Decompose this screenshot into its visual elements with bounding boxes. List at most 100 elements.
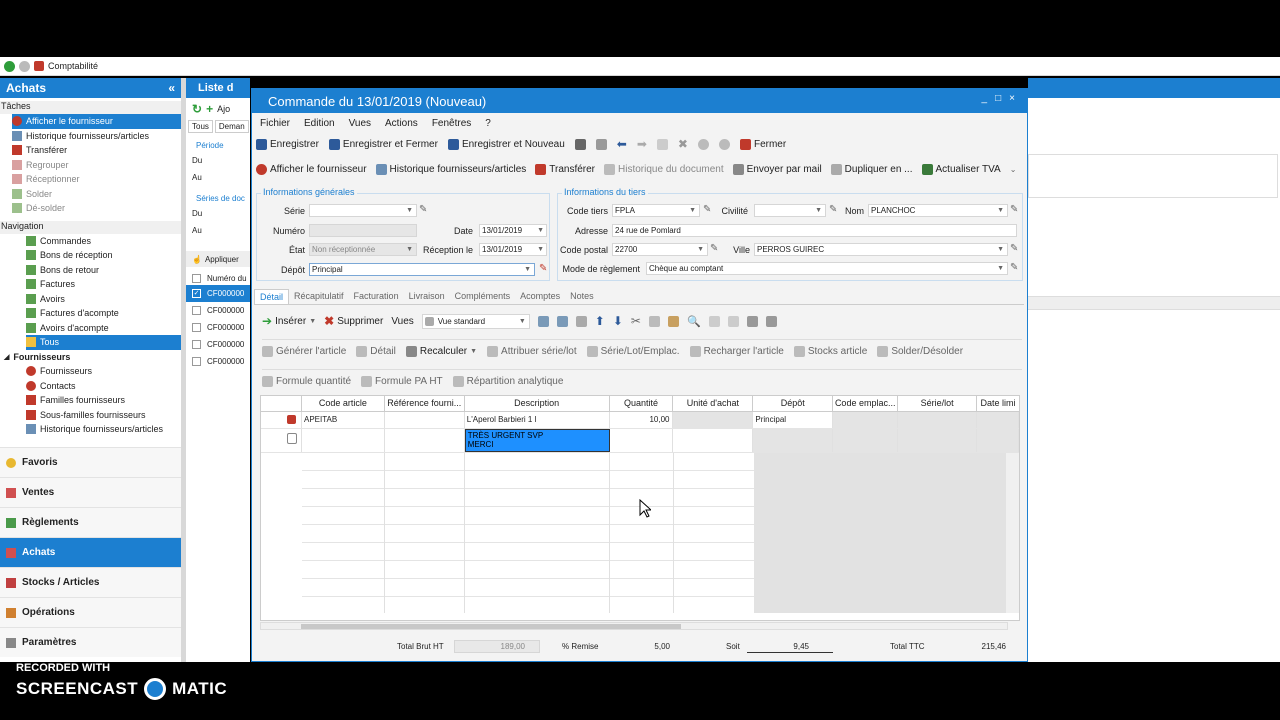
vertical-scrollbar[interactable] — [1006, 453, 1019, 613]
list-icon-2[interactable] — [765, 315, 777, 327]
stocks-article-button[interactable]: Stocks article — [793, 346, 867, 357]
disabled-icon[interactable] — [697, 138, 709, 150]
cell-quantite[interactable] — [610, 429, 674, 452]
col-unite[interactable]: Unité d'achat — [673, 396, 754, 411]
adresse-field[interactable]: 24 rue de Pomlard — [612, 224, 1017, 237]
nav-deposit-invoices[interactable]: Factures d'acompte — [26, 306, 181, 321]
task-show-supplier[interactable]: Afficher le fournisseur — [12, 114, 181, 129]
menu-help[interactable]: ? — [485, 118, 491, 129]
copy-icon[interactable] — [656, 138, 668, 150]
list-row[interactable]: CF000000 — [186, 302, 250, 319]
cell-serie-lot[interactable] — [898, 429, 978, 452]
zoom-in-icon[interactable] — [708, 315, 720, 327]
edit-icon[interactable]: ✎ — [1010, 243, 1018, 254]
list-row[interactable]: ✓ CF000000 — [186, 285, 250, 302]
cell-depot[interactable]: Principal — [753, 412, 834, 428]
total-brut-field[interactable]: 189,00 — [454, 640, 540, 653]
save-new-button[interactable]: Enregistrer et Nouveau — [447, 138, 565, 150]
module-operations[interactable]: Opérations — [0, 597, 181, 627]
splitter[interactable] — [181, 78, 186, 662]
tab-livraison[interactable]: Livraison — [404, 289, 450, 304]
cp-field[interactable]: 22700 ▼ — [612, 243, 708, 256]
nav-receipts[interactable]: Bons de réception — [26, 248, 181, 263]
list-row[interactable]: CF000000 — [186, 319, 250, 336]
tab-recapitulatif[interactable]: Récapitulatif — [289, 289, 349, 304]
cell-code-article[interactable]: APEITAB — [302, 412, 385, 428]
nav-supplier-families[interactable]: Familles fournisseurs — [26, 393, 181, 408]
formula-qty-button[interactable]: Formule quantité — [262, 376, 351, 387]
paste-icon[interactable] — [667, 315, 679, 327]
delete-button[interactable]: ✖ Supprimer — [324, 314, 383, 328]
etat-field[interactable]: Non réceptionnée ▼ — [309, 243, 417, 256]
cell-description[interactable]: L'Aperol Barbieri 1 l — [465, 412, 610, 428]
menu-fenetres[interactable]: Fenêtres — [432, 118, 471, 129]
transfer-button[interactable]: Transférer — [535, 163, 595, 175]
maximize-icon[interactable]: □ — [995, 93, 1001, 104]
horizontal-scrollbar[interactable] — [260, 622, 1008, 630]
minimize-icon[interactable]: _ — [982, 93, 988, 104]
list-row[interactable]: CF000000 — [186, 336, 250, 353]
col-description[interactable]: Description — [465, 396, 610, 411]
cell-emplacement[interactable] — [833, 412, 899, 428]
mode-reglement-field[interactable]: Chèque au comptant ▼ — [646, 262, 1008, 275]
duplicate-button[interactable]: Dupliquer en ... — [830, 163, 913, 175]
cell-depot[interactable] — [753, 429, 834, 452]
depot-field[interactable]: Principal ▼ — [309, 263, 535, 276]
module-achats[interactable]: Achats — [0, 537, 181, 567]
cell-reference[interactable] — [385, 412, 465, 428]
search-icon[interactable]: 🔍 — [687, 315, 701, 328]
preview-icon[interactable] — [595, 138, 607, 150]
task-settle[interactable]: Solder — [12, 187, 181, 202]
task-receive[interactable]: Réceptionner — [12, 172, 181, 187]
remise-field[interactable]: 5,00 — [612, 640, 692, 653]
insert-button[interactable]: ➔ Insérer ▼ — [262, 314, 316, 328]
disabled-icon-2[interactable] — [718, 138, 730, 150]
task-unsettle[interactable]: Dé-solder — [12, 201, 181, 216]
suppliers-group[interactable]: ◢ Fournisseurs — [0, 350, 181, 365]
tab-all[interactable]: Tous — [188, 120, 213, 133]
tab-complements[interactable]: Compléments — [450, 289, 516, 304]
detail-button[interactable]: Détail — [356, 346, 396, 357]
show-supplier-button[interactable]: Afficher le fournisseur — [256, 163, 367, 175]
nom-field[interactable]: PLANCHOC ▼ — [868, 204, 1008, 217]
close-button[interactable]: Fermer — [739, 138, 786, 150]
cell-serie-lot[interactable] — [898, 412, 978, 428]
recalc-button[interactable]: Recalculer ▼ — [405, 346, 477, 357]
task-transfer[interactable]: Transférer — [12, 143, 181, 158]
grid-icon[interactable] — [537, 315, 549, 327]
serie-field[interactable]: ▼ — [309, 204, 417, 217]
numero-field[interactable] — [309, 224, 417, 237]
code-tiers-field[interactable]: FPLA ▼ — [612, 204, 700, 217]
reception-field[interactable]: 13/01/2019 ▼ — [479, 243, 547, 256]
civilite-field[interactable]: ▼ — [754, 204, 826, 217]
checkbox[interactable] — [192, 357, 201, 366]
nav-orders[interactable]: Commandes — [26, 234, 181, 249]
reload-article-button[interactable]: Recharger l'article — [689, 346, 784, 357]
grid-row-2[interactable]: TRÈS URGENT SVP MERCI — [261, 429, 1019, 453]
print-icon[interactable] — [574, 138, 586, 150]
soit-field[interactable]: 9,45 — [747, 640, 833, 653]
move-down-icon[interactable]: ⬇ — [613, 314, 623, 328]
list-row[interactable]: CF000000 — [186, 353, 250, 370]
nav-returns[interactable]: Bons de retour — [26, 263, 181, 278]
edit-icon[interactable]: ✎ — [419, 204, 427, 215]
scrollbar-thumb[interactable] — [301, 624, 681, 629]
grid-row-1[interactable]: APEITAB L'Aperol Barbieri 1 l 10,00 Prin… — [261, 412, 1019, 429]
nav-deposit-credits[interactable]: Avoirs d'acompte — [26, 321, 181, 336]
save-close-button[interactable]: Enregistrer et Fermer — [328, 138, 438, 150]
ville-field[interactable]: PERROS GUIREC ▼ — [754, 243, 1008, 256]
cell-date-limite[interactable] — [977, 429, 1019, 452]
view-select[interactable]: Vue standard ▼ — [421, 313, 530, 329]
col-date-limite[interactable]: Date limi — [977, 396, 1019, 411]
tab-facturation[interactable]: Facturation — [349, 289, 404, 304]
chevron-down-icon[interactable]: ⌄ — [1010, 165, 1017, 174]
cell-reference[interactable] — [385, 429, 465, 452]
back-icon[interactable] — [4, 60, 15, 72]
tab-acomptes[interactable]: Acomptes — [515, 289, 565, 304]
cell-unite[interactable] — [673, 429, 754, 452]
nav-contacts[interactable]: Contacts — [26, 379, 181, 394]
col-quantite[interactable]: Quantité — [610, 396, 674, 411]
forward-icon[interactable] — [19, 60, 30, 72]
solder-button[interactable]: Solder/Désolder — [877, 346, 963, 357]
doc-history-button[interactable]: Historique du document — [604, 163, 724, 175]
